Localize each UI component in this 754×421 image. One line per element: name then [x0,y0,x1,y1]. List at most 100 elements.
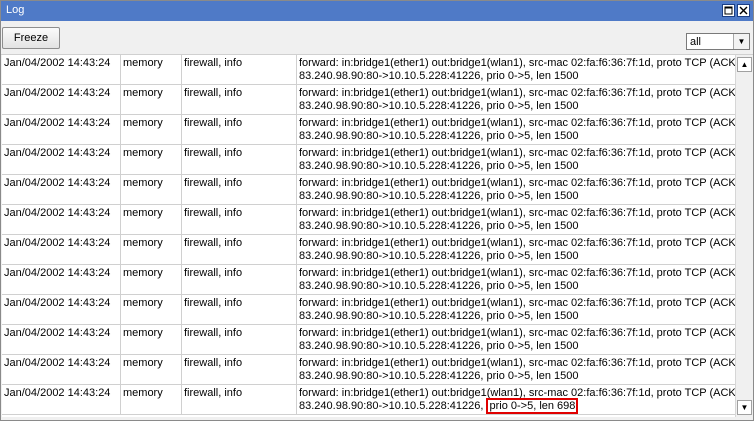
message-line-1: forward: in:bridge1(ether1) out:bridge1(… [299,207,735,219]
time-cell-text: Jan/04/2002 14:43:24 [4,117,111,129]
message-cell: forward: in:bridge1(ether1) out:bridge1(… [297,235,735,264]
message-line-2-text: 83.240.98.90:80->10.10.5.228:41226, prio… [299,340,579,352]
message-line-2: 83.240.98.90:80->10.10.5.228:41226, prio… [299,190,579,203]
message-cell: forward: in:bridge1(ether1) out:bridge1(… [297,85,735,114]
buffer-cell: memory [121,325,182,354]
time-cell-text: Jan/04/2002 14:43:24 [4,357,111,369]
table-row[interactable]: Jan/04/2002 14:43:24 memory firewall, info… [2,385,735,415]
chevron-down-icon[interactable]: ▼ [733,34,749,49]
buffer-cell-text: memory [123,177,163,189]
message-line-2-text: 83.240.98.90:80->10.10.5.228:41226, prio… [299,190,579,202]
buffer-cell: memory [121,85,182,114]
vertical-scrollbar[interactable]: ▲ ▼ [735,55,752,417]
buffer-cell-text: memory [123,147,163,159]
buffer-cell: memory [121,295,182,324]
message-cell: forward: in:bridge1(ether1) out:bridge1(… [297,295,735,324]
time-cell-text: Jan/04/2002 14:43:24 [4,387,111,399]
maximize-icon[interactable] [722,4,735,17]
topics-cell: firewall, info [182,145,297,174]
message-cell: forward: in:bridge1(ether1) out:bridge1(… [297,145,735,174]
message-cell: forward: in:bridge1(ether1) out:bridge1(… [297,355,735,384]
message-line-2-text: 83.240.98.90:80->10.10.5.228:41226, prio… [299,310,579,322]
buffer-cell-text: memory [123,267,163,279]
time-cell: Jan/04/2002 14:43:24 [2,235,121,264]
time-cell: Jan/04/2002 14:43:24 [2,325,121,354]
message-line-2: 83.240.98.90:80->10.10.5.228:41226, prio… [299,70,579,83]
topics-cell-text: firewall, info [184,207,243,219]
message-line-1: forward: in:bridge1(ether1) out:bridge1(… [299,87,735,99]
time-cell-text: Jan/04/2002 14:43:24 [4,207,111,219]
message-cell: forward: in:bridge1(ether1) out:bridge1(… [297,55,735,84]
table-row[interactable]: Jan/04/2002 14:43:24 memory firewall, info… [2,295,735,325]
table-row[interactable]: Jan/04/2002 14:43:24 memory firewall, info… [2,145,735,175]
buffer-cell: memory [121,355,182,384]
time-cell: Jan/04/2002 14:43:24 [2,205,121,234]
message-line-1: forward: in:bridge1(ether1) out:bridge1(… [299,177,735,189]
buffer-cell-text: memory [123,57,163,69]
table-row[interactable]: Jan/04/2002 14:43:24 memory firewall, info… [2,265,735,295]
freeze-button[interactable]: Freeze [2,27,60,49]
message-line-2: 83.240.98.90:80->10.10.5.228:41226, prio… [299,130,579,143]
toolbar: Freeze all ▼ [1,22,753,55]
buffer-cell: memory [121,235,182,264]
arrow-up-icon[interactable]: ▲ [737,57,752,72]
time-cell-text: Jan/04/2002 14:43:24 [4,237,111,249]
table-row[interactable]: Jan/04/2002 14:43:24 memory firewall, info… [2,235,735,265]
topics-cell-text: firewall, info [184,87,243,99]
message-line-2-text: 83.240.98.90:80->10.10.5.228:41226, prio… [299,160,579,172]
topics-cell-text: firewall, info [184,327,243,339]
time-cell: Jan/04/2002 14:43:24 [2,265,121,294]
title-bar[interactable]: Log [1,1,753,21]
topics-cell: firewall, info [182,85,297,114]
table-row[interactable]: Jan/04/2002 14:43:24 memory firewall, info… [2,115,735,145]
buffer-cell: memory [121,265,182,294]
buffer-filter-select[interactable]: all ▼ [686,33,750,50]
message-line-2-text: 83.240.98.90:80->10.10.5.228:41226, prio… [299,370,579,382]
topics-cell-text: firewall, info [184,117,243,129]
topics-cell-text: firewall, info [184,177,243,189]
time-cell-text: Jan/04/2002 14:43:24 [4,177,111,189]
buffer-cell-text: memory [123,207,163,219]
close-icon[interactable] [737,4,750,17]
topics-cell: firewall, info [182,205,297,234]
message-line-2: 83.240.98.90:80->10.10.5.228:41226, prio… [299,280,579,293]
buffer-cell: memory [121,175,182,204]
topics-cell: firewall, info [182,175,297,204]
message-line-1: forward: in:bridge1(ether1) out:bridge1(… [299,147,735,159]
table-row[interactable]: Jan/04/2002 14:43:24 memory firewall, info… [2,325,735,355]
table-row[interactable]: Jan/04/2002 14:43:24 memory firewall, info… [2,205,735,235]
time-cell-text: Jan/04/2002 14:43:24 [4,267,111,279]
table-row[interactable]: Jan/04/2002 14:43:24 memory firewall, info… [2,175,735,205]
log-table: Jan/04/2002 14:43:24 memory firewall, info… [2,55,735,417]
message-line-1: forward: in:bridge1(ether1) out:bridge1(… [299,117,735,129]
message-cell: forward: in:bridge1(ether1) out:bridge1(… [297,265,735,294]
message-cell: forward: in:bridge1(ether1) out:bridge1(… [297,385,735,414]
table-row[interactable]: Jan/04/2002 14:43:24 memory firewall, info… [2,55,735,85]
message-line-2: 83.240.98.90:80->10.10.5.228:41226, prio… [299,160,579,173]
table-row[interactable]: Jan/04/2002 14:43:24 memory firewall, info… [2,85,735,115]
topics-cell: firewall, info [182,385,297,414]
message-line-1: forward: in:bridge1(ether1) out:bridge1(… [299,237,735,249]
topics-cell-text: firewall, info [184,237,243,249]
time-cell: Jan/04/2002 14:43:24 [2,85,121,114]
topics-cell-text: firewall, info [184,387,243,399]
window-title: Log [6,4,25,16]
topics-cell: firewall, info [182,295,297,324]
topics-cell-text: firewall, info [184,297,243,309]
message-line-2: 83.240.98.90:80->10.10.5.228:41226, prio… [299,250,579,263]
topics-cell: firewall, info [182,55,297,84]
time-cell: Jan/04/2002 14:43:24 [2,175,121,204]
message-line-2-text: 83.240.98.90:80->10.10.5.228:41226, prio… [299,250,579,262]
table-row[interactable]: Jan/04/2002 14:43:24 memory firewall, info… [2,355,735,385]
message-line-1: forward: in:bridge1(ether1) out:bridge1(… [299,327,735,339]
time-cell: Jan/04/2002 14:43:24 [2,145,121,174]
buffer-cell: memory [121,145,182,174]
buffer-cell-text: memory [123,357,163,369]
message-cell: forward: in:bridge1(ether1) out:bridge1(… [297,325,735,354]
arrow-down-icon[interactable]: ▼ [737,400,752,415]
message-line-2: 83.240.98.90:80->10.10.5.228:41226, prio… [299,340,579,353]
message-line-2: 83.240.98.90:80->10.10.5.228:41226, prio… [299,398,579,414]
filter-value: all [690,36,702,48]
highlighted-annotation: prio 0->5, len 698 [486,398,579,414]
buffer-cell-text: memory [123,297,163,309]
